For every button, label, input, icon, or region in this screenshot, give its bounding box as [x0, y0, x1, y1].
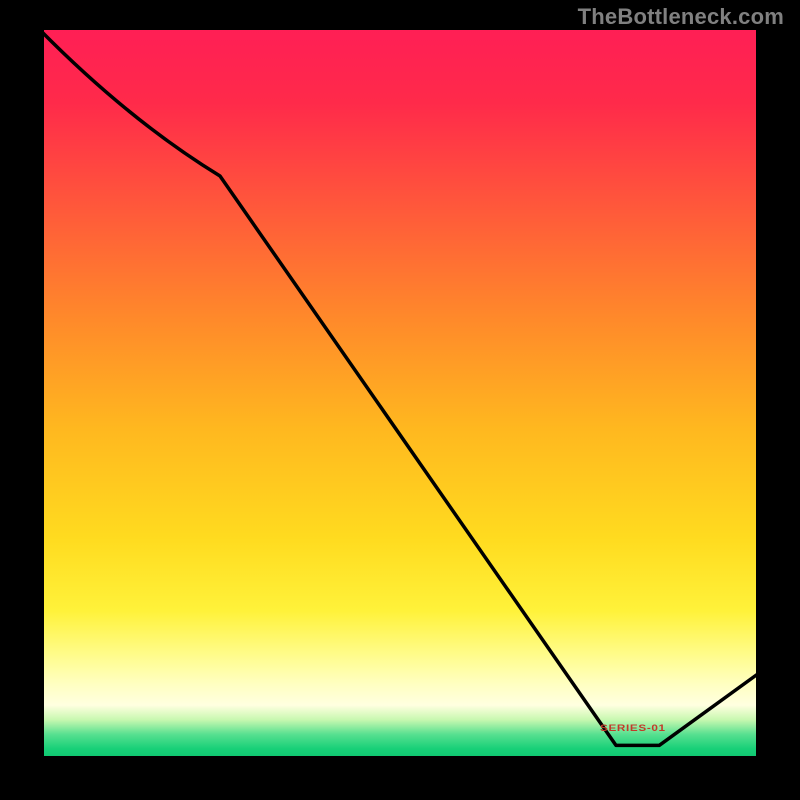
series-label: SERIES-01 — [600, 723, 666, 733]
chart-frame: TheBottleneck.com SERIES-01 — [0, 0, 800, 800]
plot-gradient-background — [40, 30, 760, 760]
attribution-watermark: TheBottleneck.com — [578, 4, 784, 30]
plot-area: SERIES-01 — [40, 30, 760, 760]
